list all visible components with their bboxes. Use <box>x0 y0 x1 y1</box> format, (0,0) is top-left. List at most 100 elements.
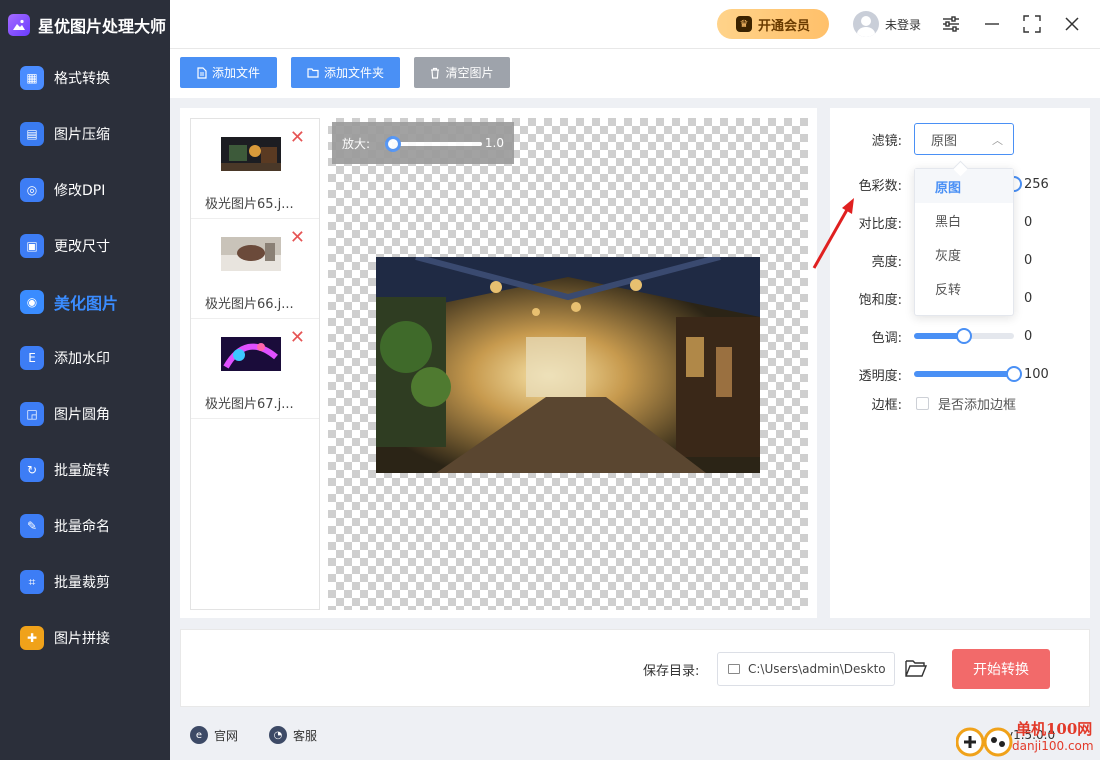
user-label: 未登录 <box>885 17 922 32</box>
toolbar: 添加文件 添加文件夹 清空图片 <box>170 48 1100 98</box>
border-checkbox-label[interactable]: 是否添加边框 <box>938 394 1016 413</box>
add-file-label: 添加文件 <box>211 66 260 80</box>
hue-slider[interactable] <box>914 328 1014 344</box>
support-label: 客服 <box>293 728 318 743</box>
color-count-value: 256 <box>1024 176 1049 192</box>
file-item[interactable]: ✕ 极光图片67.j... <box>191 319 319 419</box>
rotate-icon: ↻ <box>20 458 44 482</box>
contrast-value: 0 <box>1024 214 1033 230</box>
clear-images-button[interactable]: 清空图片 <box>414 57 510 88</box>
rename-icon: ✎ <box>20 514 44 538</box>
border-checkbox[interactable] <box>916 396 929 410</box>
sidebar-item-label: 更改尺寸 <box>54 239 110 255</box>
workspace: ✕ 极光图片65.j... ✕ 极光图片66.j... ✕ 极光图片67.j..… <box>180 108 817 618</box>
image-compress-icon: ▤ <box>20 122 44 146</box>
sidebar-item-4[interactable]: ▣ 更改尺寸 <box>0 218 170 274</box>
sidebar-item-10[interactable]: ⌗ 批量裁剪 <box>0 554 170 610</box>
filter-option[interactable]: 黑白 <box>915 203 1013 237</box>
filter-option[interactable]: 灰度 <box>915 237 1013 271</box>
file-list: ✕ 极光图片65.j... ✕ 极光图片66.j... ✕ 极光图片67.j..… <box>190 118 320 610</box>
zoom-slider-handle[interactable] <box>385 136 401 152</box>
delete-file-icon[interactable]: ✕ <box>290 229 305 247</box>
sidebar-nav: ▦ 格式转换 ▤ 图片压缩 ◎ 修改DPI ▣ 更改尺寸 ◉ 美化图片 E 添加水印 ◲ 图片圆角 ↻ 批量旋… <box>0 50 170 666</box>
settings-panel: 滤镜: 原图 ︿ 色彩数: 256 对比度: 0 亮度: 0 饱和度: 0 色调… <box>830 108 1090 618</box>
sidebar-item-label: 批量命名 <box>54 519 110 535</box>
sidebar-item-label: 修改DPI <box>54 183 106 199</box>
filter-option[interactable]: 原图 <box>915 169 1013 203</box>
brightness-value: 0 <box>1024 252 1033 268</box>
crown-icon: ♛ <box>735 16 752 32</box>
resize-icon: ▣ <box>20 234 44 258</box>
sidebar-item-5[interactable]: ◉ 美化图片 <box>0 274 170 330</box>
sidebar-item-9[interactable]: ✎ 批量命名 <box>0 498 170 554</box>
delete-file-icon[interactable]: ✕ <box>290 329 305 347</box>
saturation-label: 饱和度: <box>858 292 902 308</box>
file-thumbnail <box>221 337 281 371</box>
site-watermark: 单机100网 danji100.com <box>956 718 1100 760</box>
app-logo-icon <box>8 14 30 36</box>
settings-sliders-icon[interactable] <box>939 12 963 36</box>
sidebar-item-1[interactable]: ▦ 格式转换 <box>0 50 170 106</box>
hue-label: 色调: <box>871 330 902 346</box>
add-folder-label: 添加文件夹 <box>323 66 384 80</box>
sidebar-item-11[interactable]: ✚ 图片拼接 <box>0 610 170 666</box>
brand: 星优图片处理大师 <box>0 0 170 50</box>
file-thumbnail <box>221 237 281 271</box>
sidebar-item-label: 批量裁剪 <box>54 575 110 591</box>
browser-icon: e <box>190 726 208 744</box>
maximize-icon[interactable] <box>1020 12 1044 36</box>
opacity-slider-handle[interactable] <box>1006 366 1022 382</box>
folder-icon <box>307 67 319 78</box>
delete-file-icon[interactable]: ✕ <box>290 129 305 147</box>
opacity-row: 透明度: 100 <box>830 364 1090 384</box>
hue-slider-handle[interactable] <box>956 328 972 344</box>
collage-icon: ✚ <box>20 626 44 650</box>
sidebar-item-7[interactable]: ◲ 图片圆角 <box>0 386 170 442</box>
watermark-logo-icon <box>956 727 1013 757</box>
opacity-label: 透明度: <box>858 368 902 384</box>
sidebar-item-3[interactable]: ◎ 修改DPI <box>0 162 170 218</box>
sidebar-item-6[interactable]: E 添加水印 <box>0 330 170 386</box>
vip-label: 开通会员 <box>757 18 810 34</box>
save-dir-field[interactable]: C:\Users\admin\Deskto <box>717 652 895 686</box>
close-icon[interactable] <box>1060 12 1084 36</box>
opacity-slider[interactable] <box>914 366 1022 382</box>
filter-option[interactable]: 反转 <box>915 271 1013 305</box>
file-item[interactable]: ✕ 极光图片65.j... <box>191 119 319 219</box>
footer: e 官网 ◔ 客服 v1.5.0.0 单机100网 danji100.com <box>170 712 1100 760</box>
sidebar-item-label: 格式转换 <box>54 71 110 87</box>
vip-button[interactable]: ♛ 开通会员 <box>717 9 829 39</box>
file-name: 极光图片67.j... <box>205 397 294 412</box>
sidebar-item-label: 批量旋转 <box>54 463 110 479</box>
add-folder-button[interactable]: 添加文件夹 <box>291 57 400 88</box>
website-label: 官网 <box>214 728 239 743</box>
zoom-control: 放大: 1.0 <box>332 122 514 164</box>
beautify-icon: ◉ <box>20 290 44 314</box>
zoom-slider-track[interactable] <box>392 142 482 146</box>
sidebar: 星优图片处理大师 ▦ 格式转换 ▤ 图片压缩 ◎ 修改DPI ▣ 更改尺寸 ◉ 美化图片 E 添加水印… <box>0 0 170 760</box>
sidebar-item-label: 图片压缩 <box>54 127 110 143</box>
filter-select[interactable]: 原图 ︿ <box>914 123 1014 155</box>
user-login[interactable]: 未登录 <box>853 11 921 37</box>
saturation-value: 0 <box>1024 290 1033 306</box>
minimize-icon[interactable] <box>980 12 1004 36</box>
website-link[interactable]: e 官网 <box>190 726 238 744</box>
sidebar-item-label: 图片拼接 <box>54 631 110 647</box>
filter-label: 滤镜: <box>871 133 902 149</box>
sidebar-item-2[interactable]: ▤ 图片压缩 <box>0 106 170 162</box>
open-folder-icon[interactable] <box>905 658 927 678</box>
file-thumbnail <box>221 137 281 171</box>
hue-value: 0 <box>1024 328 1033 344</box>
file-item[interactable]: ✕ 极光图片66.j... <box>191 219 319 319</box>
clear-images-label: 清空图片 <box>445 66 494 80</box>
start-convert-button[interactable]: 开始转换 <box>952 649 1050 689</box>
color-count-label: 色彩数: <box>858 178 902 194</box>
chevron-up-icon: ︿ <box>992 134 1003 147</box>
add-file-button[interactable]: 添加文件 <box>180 57 277 88</box>
support-link[interactable]: ◔ 客服 <box>269 726 317 744</box>
sidebar-item-8[interactable]: ↻ 批量旋转 <box>0 442 170 498</box>
dpi-icon: ◎ <box>20 178 44 202</box>
sidebar-item-label: 美化图片 <box>54 294 119 313</box>
app-title: 星优图片处理大师 <box>38 17 167 36</box>
preview-canvas: 放大: 1.0 <box>328 118 808 610</box>
